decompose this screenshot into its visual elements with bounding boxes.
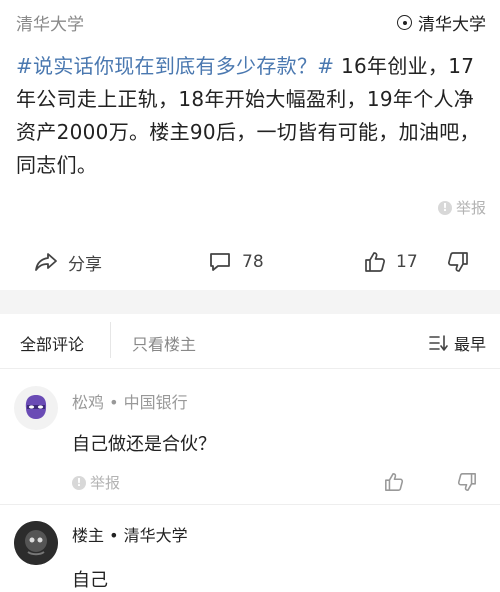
comment-author[interactable]: 松鸡 • 中国银行 — [72, 389, 188, 413]
share-button[interactable]: 分享 — [34, 238, 102, 286]
sort-icon — [428, 334, 448, 352]
tab-all-comments[interactable]: 全部评论 — [20, 331, 84, 355]
section-separator — [0, 290, 500, 314]
tab-op-only[interactable]: 只看楼主 — [132, 331, 196, 355]
thumbs-up-icon — [364, 251, 386, 273]
dislike-button[interactable] — [447, 238, 469, 286]
comment-like-button[interactable] — [384, 472, 404, 492]
report-label: 举报 — [455, 199, 486, 217]
share-label: 分享 — [68, 254, 102, 275]
comment-icon — [208, 251, 232, 273]
warning-icon: ! — [72, 475, 86, 490]
action-bar: 分享 78 17 — [0, 238, 500, 286]
character-avatar-icon — [14, 521, 58, 565]
sort-control[interactable]: 最早 — [428, 331, 486, 355]
comment-author[interactable]: 楼主 • 清华大学 — [72, 522, 188, 546]
thumbs-down-icon — [447, 251, 469, 273]
comment-text: 自己 — [72, 570, 108, 591]
post-body: #说实话你现在到底有多少存款？# 16年创业，17年公司走上正轨，18年开始大幅… — [16, 50, 488, 182]
target-icon — [397, 15, 412, 30]
comment-count: 78 — [242, 252, 264, 272]
warning-icon: ! — [437, 200, 452, 215]
comment-tabs: 全部评论 只看楼主 最早 — [0, 314, 500, 369]
thumbs-down-icon — [457, 472, 477, 492]
comment-button[interactable]: 78 — [208, 238, 264, 286]
comment-dislike-button[interactable] — [457, 472, 477, 492]
community-label: 清华大学 — [418, 15, 486, 35]
comment-divider — [0, 504, 500, 505]
school-tag[interactable]: 清华大学 — [16, 10, 84, 35]
like-count: 17 — [396, 252, 418, 272]
share-icon — [34, 251, 58, 273]
thumbs-up-icon — [384, 472, 404, 492]
tab-divider — [110, 322, 111, 358]
comment-report-button[interactable]: ! 举报 — [72, 472, 120, 493]
report-button[interactable]: ! 举报 — [437, 197, 486, 218]
post-hashtag[interactable]: #说实话你现在到底有多少存款？# — [16, 54, 334, 78]
comment-text: 自己做还是合伙？ — [72, 434, 216, 455]
avatar[interactable] — [14, 386, 58, 430]
avatar[interactable] — [14, 521, 58, 565]
report-label: 举报 — [90, 474, 121, 492]
masked-face-icon — [25, 395, 47, 419]
like-button[interactable]: 17 — [364, 238, 418, 286]
sort-label: 最早 — [453, 335, 486, 354]
community-tag[interactable]: 清华大学 — [397, 10, 486, 35]
